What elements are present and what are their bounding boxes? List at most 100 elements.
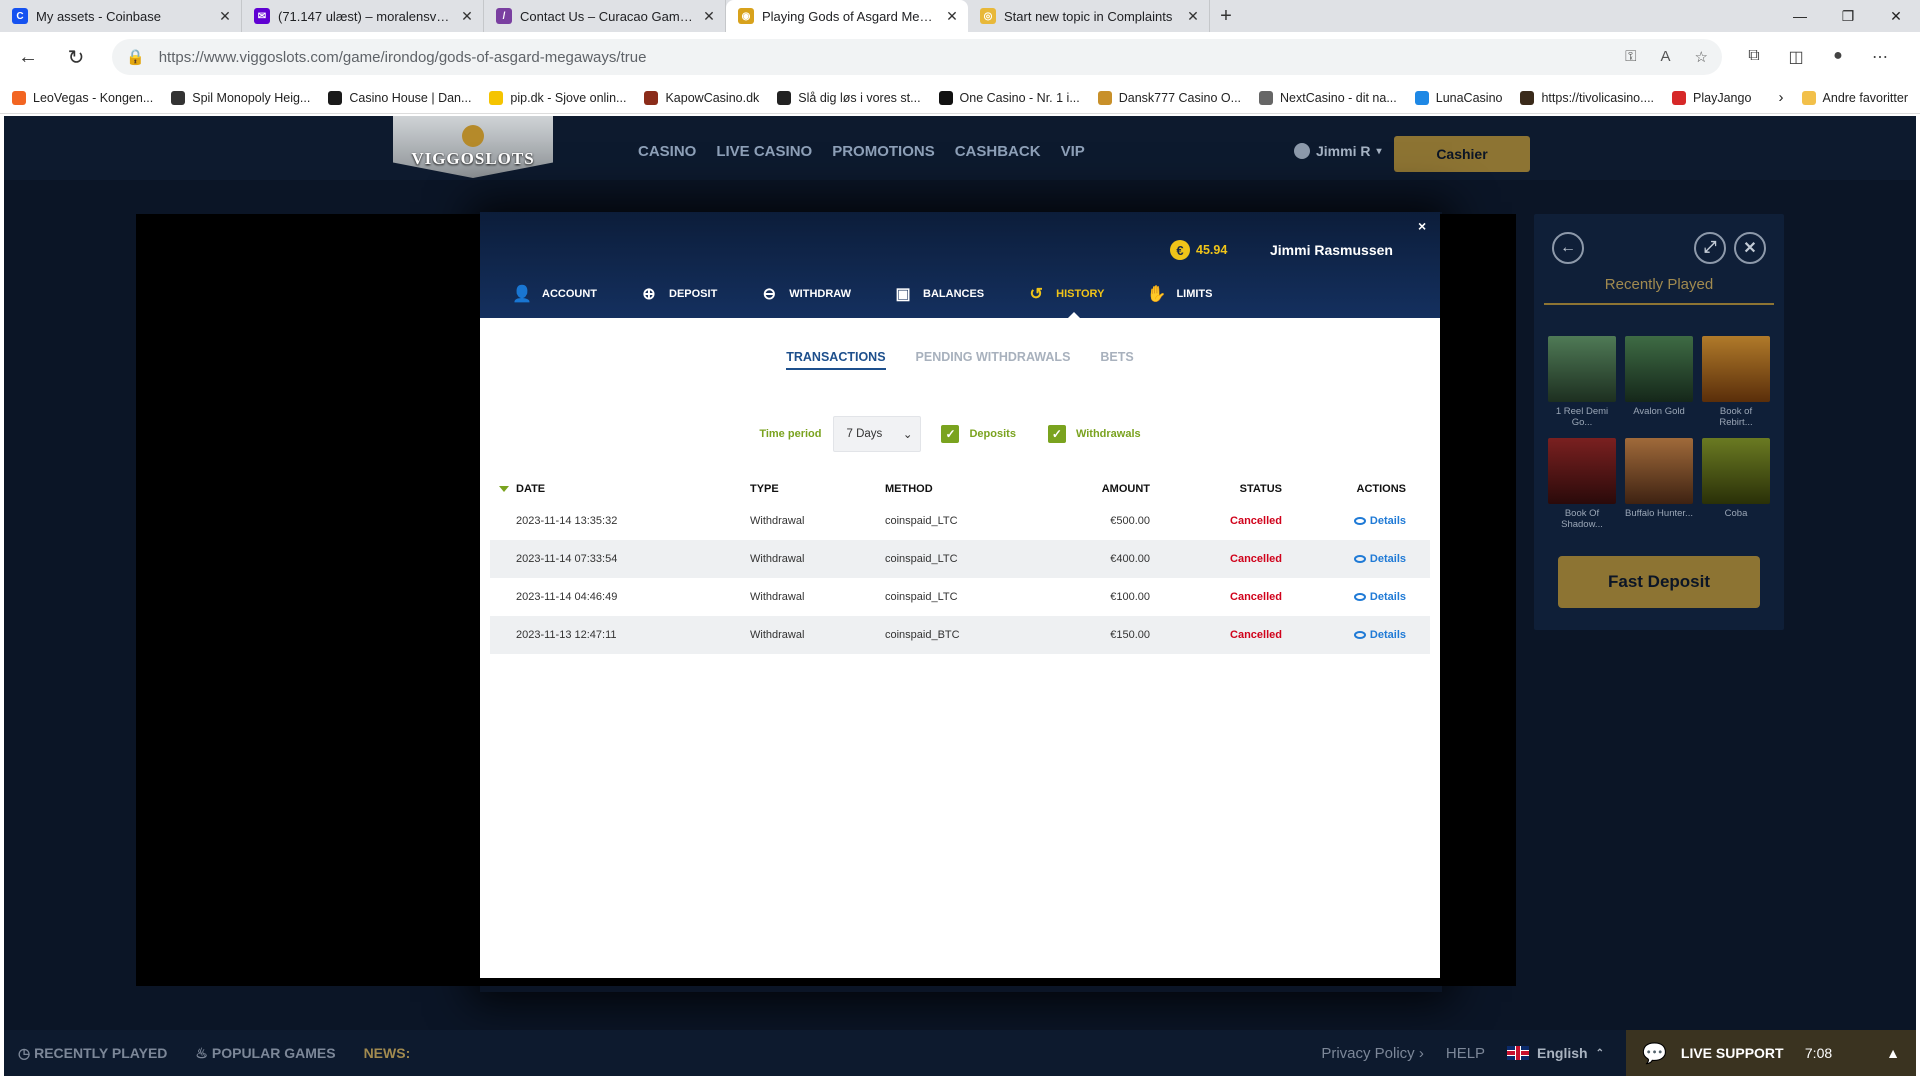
bookmark-item[interactable]: PlayJango — [1672, 90, 1751, 105]
tab-deposit[interactable]: ⊕ DEPOSIT — [637, 282, 757, 306]
tab-close-icon[interactable]: ✕ — [944, 8, 960, 24]
details-link[interactable]: Details — [1353, 515, 1406, 527]
recent-game-tile[interactable]: Book of Rebirt... — [1702, 336, 1770, 428]
bookmark-item[interactable]: pip.dk - Sjove onlin... — [489, 90, 626, 105]
bookmark-item[interactable]: LunaCasino — [1414, 90, 1502, 105]
details-link[interactable]: Details — [1353, 591, 1406, 603]
nav-cashback[interactable]: CASHBACK — [955, 143, 1041, 160]
complaints-favicon-icon: ◎ — [980, 8, 996, 24]
chevron-up-icon[interactable]: ▲ — [1886, 1045, 1900, 1061]
privacy-policy-link[interactable]: Privacy Policy › — [1321, 1045, 1424, 1062]
fullscreen-icon[interactable]: ⤢ — [1694, 232, 1726, 264]
game-thumbnail[interactable] — [1625, 438, 1693, 504]
restore-icon[interactable]: ❐ — [1824, 0, 1872, 32]
nav-promotions[interactable]: PROMOTIONS — [832, 143, 935, 160]
user-menu[interactable]: Jimmi R ▾ — [1294, 143, 1382, 159]
favorite-star-icon[interactable]: ☆ — [1695, 48, 1708, 66]
tab-history[interactable]: ↺ HISTORY — [1024, 282, 1144, 318]
bookmark-item[interactable]: KapowCasino.dk — [644, 90, 759, 105]
split-screen-icon[interactable]: ◫ — [1782, 47, 1810, 67]
game-thumbnail[interactable] — [1548, 336, 1616, 402]
bookmark-item[interactable]: Spil Monopoly Heig... — [171, 90, 310, 105]
withdrawals-checkbox[interactable]: ✓ Withdrawals — [1047, 425, 1141, 443]
checkmark-icon[interactable]: ✓ — [1047, 425, 1066, 443]
game-thumbnail[interactable] — [1625, 336, 1693, 402]
url-field[interactable]: 🔒 https://www.viggoslots.com/game/irondo… — [112, 39, 1722, 75]
recent-game-tile[interactable]: Coba — [1702, 438, 1770, 530]
bookmark-item[interactable]: NextCasino - dit na... — [1259, 90, 1397, 105]
bookmark-item[interactable]: Slå dig løs i vores st... — [777, 90, 921, 105]
recently-played-panel: ← ⤢ ✕ Recently Played 1 Reel Demi Go... … — [1534, 214, 1784, 630]
subtab-pending-withdrawals[interactable]: PENDING WITHDRAWALS — [916, 350, 1071, 370]
language-selector[interactable]: English ⌃ — [1507, 1045, 1604, 1061]
tab-title: Contact Us – Curacao Gaming Li — [520, 8, 693, 24]
extensions-icon[interactable]: ⧉ — [1740, 47, 1768, 67]
game-thumbnail[interactable] — [1702, 438, 1770, 504]
game-thumbnail[interactable] — [1702, 336, 1770, 402]
browser-tab-mail[interactable]: ✉ (71.147 ulæst) – moralensvogter ✕ — [242, 0, 484, 32]
fast-deposit-button[interactable]: Fast Deposit — [1558, 556, 1760, 608]
live-support-bar[interactable]: 💬 LIVE SUPPORT 7:08 ▲ — [1626, 1030, 1916, 1076]
tab-close-icon[interactable]: ✕ — [217, 8, 233, 24]
tab-limits[interactable]: ✋ LIMITS — [1144, 282, 1252, 306]
back-arrow-icon[interactable]: ← — [10, 39, 46, 75]
tab-title: (71.147 ulæst) – moralensvogter — [278, 8, 451, 24]
bookmark-item[interactable]: LeoVegas - Kongen... — [12, 90, 153, 105]
cashier-button[interactable]: Cashier — [1394, 136, 1530, 172]
lock-icon[interactable]: 🔒 — [126, 48, 145, 66]
tab-close-icon[interactable]: ✕ — [1185, 8, 1201, 24]
user-icon: 👤 — [512, 286, 532, 303]
new-tab-plus-icon[interactable]: + — [1210, 0, 1242, 32]
help-link[interactable]: HELP — [1446, 1045, 1485, 1062]
other-favorites-folder[interactable]: Andre favoritter — [1801, 90, 1908, 105]
profile-icon[interactable]: ● — [1824, 47, 1852, 67]
details-link[interactable]: Details — [1353, 553, 1406, 565]
url-text[interactable]: https://www.viggoslots.com/game/irondog/… — [159, 49, 1611, 66]
checkmark-icon[interactable]: ✓ — [941, 425, 960, 443]
recent-game-tile[interactable]: 1 Reel Demi Go... — [1548, 336, 1616, 428]
minimize-icon[interactable]: — — [1776, 0, 1824, 32]
footer-popular-games[interactable]: ♨ POPULAR GAMES — [195, 1045, 335, 1062]
reload-icon[interactable]: ↻ — [58, 39, 94, 75]
nav-live-casino[interactable]: LIVE CASINO — [716, 143, 812, 160]
nav-casino[interactable]: CASINO — [638, 143, 696, 160]
nav-vip[interactable]: VIP — [1061, 143, 1085, 160]
tab-account[interactable]: 👤 ACCOUNT — [510, 282, 637, 306]
footer-recently-played[interactable]: ◷ RECENTLY PLAYED — [18, 1045, 167, 1062]
back-arrow-icon[interactable]: ← — [1552, 232, 1584, 264]
bookmark-item[interactable]: One Casino - Nr. 1 i... — [938, 90, 1080, 105]
browser-tab-viggoslots[interactable]: ◉ Playing Gods of Asgard Megawa ✕ — [726, 0, 968, 32]
deposits-checkbox[interactable]: ✓ Deposits — [941, 425, 1016, 443]
time-period-select[interactable]: 7 Days ⌄ — [833, 416, 922, 452]
recent-game-tile[interactable]: Book Of Shadow... — [1548, 438, 1616, 530]
language-label: English — [1537, 1045, 1588, 1061]
subtab-transactions[interactable]: TRANSACTIONS — [786, 350, 886, 370]
key-icon[interactable]: ⚿ — [1625, 48, 1636, 66]
browser-tab-coinbase[interactable]: C My assets - Coinbase ✕ — [0, 0, 242, 32]
tab-withdraw[interactable]: ⊖ WITHDRAW — [757, 282, 891, 306]
eye-icon — [1353, 516, 1366, 525]
recent-game-tile[interactable]: Avalon Gold — [1625, 336, 1693, 428]
tab-close-icon[interactable]: ✕ — [701, 8, 717, 24]
browser-tab-complaints[interactable]: ◎ Start new topic in Complaints ✕ — [968, 0, 1210, 32]
more-menu-icon[interactable]: ⋯ — [1866, 47, 1894, 67]
browser-tab-curacao[interactable]: / Contact Us – Curacao Gaming Li ✕ — [484, 0, 726, 32]
modal-close-icon[interactable]: × — [1418, 218, 1426, 234]
tab-balances[interactable]: ▣ BALANCES — [891, 282, 1024, 306]
close-game-icon[interactable]: ✕ — [1734, 232, 1766, 264]
live-support-label: LIVE SUPPORT — [1680, 1045, 1784, 1061]
viggoslots-logo[interactable]: VIGGOSLOTS — [393, 116, 553, 178]
bookmark-item[interactable]: https://tivolicasino.... — [1520, 90, 1654, 105]
recent-game-tile[interactable]: Buffalo Hunter... — [1625, 438, 1693, 530]
site-footer: ◷ RECENTLY PLAYED ♨ POPULAR GAMES NEWS: … — [4, 1030, 1916, 1076]
column-date[interactable]: DATE — [490, 483, 750, 495]
bookmarks-overflow-chevron-icon[interactable]: › — [1779, 89, 1784, 106]
bookmark-item[interactable]: Casino House | Dan... — [328, 90, 471, 105]
window-close-icon[interactable]: ✕ — [1872, 0, 1920, 32]
tab-close-icon[interactable]: ✕ — [459, 8, 475, 24]
game-thumbnail[interactable] — [1548, 438, 1616, 504]
subtab-bets[interactable]: BETS — [1100, 350, 1133, 370]
details-link[interactable]: Details — [1353, 629, 1406, 641]
bookmark-item[interactable]: Dansk777 Casino O... — [1097, 90, 1241, 105]
read-aloud-icon[interactable]: A — [1661, 48, 1671, 66]
